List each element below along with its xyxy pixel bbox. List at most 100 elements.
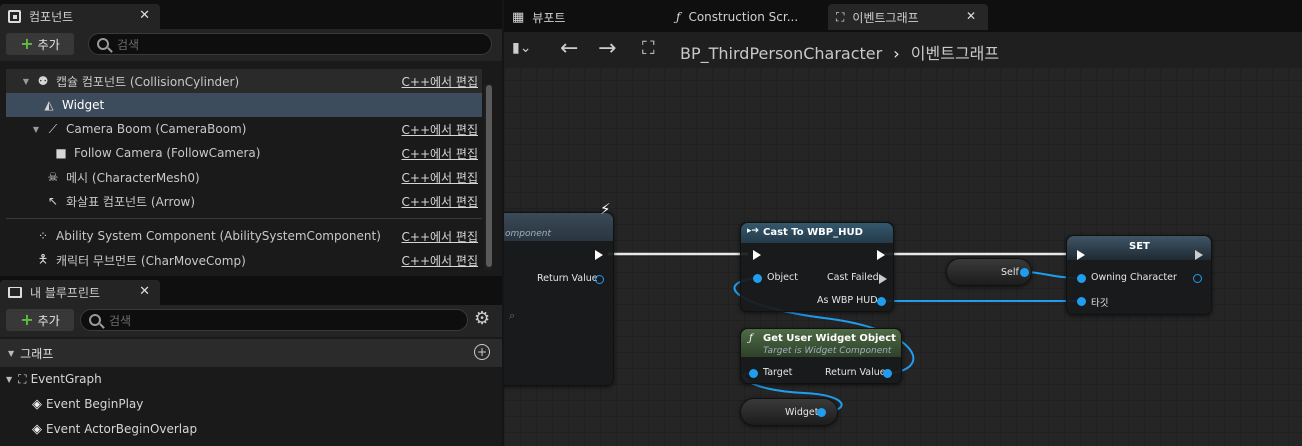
event-graph-canvas[interactable]: ▦ 뷰포트 ƒ Construction Scr... ⛶ 이벤트그래프 ✕ ▮…	[504, 0, 1302, 446]
components-scrollbar-thumb[interactable]	[486, 85, 492, 267]
add-graph-icon[interactable]: +	[474, 344, 490, 360]
component-row-follow-camera[interactable]: ■ Follow Camera (FollowCamera) C++에서 편집	[6, 141, 482, 165]
exec-out-pin[interactable]	[595, 250, 603, 260]
add-component-button[interactable]: + 추가	[6, 33, 74, 55]
return-value-pin[interactable]	[595, 275, 604, 284]
search-icon	[89, 314, 101, 326]
node-left-partial[interactable]: omponent Return Value ⌕	[504, 212, 614, 386]
left-sidebar: 컴포넌트 ✕ + 추가 검색 ▼ ⚉ 캡슐 컴포넌트 (CollisionCyl…	[0, 0, 502, 446]
exec-out-pin[interactable]	[1195, 250, 1203, 260]
node-title: Get User Widget Object	[763, 333, 896, 344]
plus-icon: +	[20, 34, 34, 53]
edit-in-cpp-link[interactable]: C++에서 편집	[402, 193, 478, 210]
add-blueprint-label: 추가	[37, 313, 60, 328]
target-pin[interactable]	[749, 369, 758, 378]
event-icon: ◈	[32, 421, 42, 437]
edit-in-cpp-link[interactable]: C++에서 편집	[402, 145, 478, 162]
tree-item-label: Event ActorBeginOverlap	[46, 422, 198, 436]
node-cast-to-wbp-hud[interactable]: ▸➔ Cast To WBP_HUD Object Cast Failed As…	[740, 222, 894, 312]
tree-item-label: EventGraph	[30, 372, 102, 386]
object-pin[interactable]	[753, 274, 762, 283]
owning-character-pin[interactable]	[1077, 274, 1086, 283]
components-tab-label: 컴포넌트	[29, 10, 74, 24]
collapse-arrow-icon[interactable]: ▼	[8, 349, 14, 358]
pin-label: Cast Failed	[827, 272, 879, 283]
components-search-placeholder: 검색	[117, 37, 140, 52]
add-blueprint-item-button[interactable]: + 추가	[6, 309, 74, 331]
divider	[6, 218, 482, 219]
pin-label: Object	[767, 272, 798, 283]
target-pin[interactable]	[1077, 297, 1086, 306]
graph-section-header[interactable]: ▼ 그래프 +	[0, 339, 502, 367]
component-label: Ability System Component (AbilitySystemC…	[56, 229, 381, 243]
widget-pin[interactable]	[817, 408, 826, 417]
camera-icon: ■	[55, 146, 67, 160]
component-row-camera-boom[interactable]: ▼ ⟋ Camera Boom (CameraBoom) C++에서 편집	[6, 117, 482, 141]
blueprint-tab-bar: 내 블루프린트 ✕	[0, 276, 502, 305]
node-title: SET	[1129, 241, 1150, 252]
component-label: 메시 (CharacterMesh0)	[66, 170, 200, 185]
component-row-ability-system[interactable]: ⁘ Ability System Component (AbilitySyste…	[6, 224, 482, 248]
collapse-arrow-icon[interactable]: ▼	[6, 375, 12, 384]
exec-in-pin[interactable]	[1077, 250, 1085, 260]
expand-arrow-icon[interactable]: ▼	[30, 125, 42, 134]
blueprint-search-placeholder: 검색	[109, 313, 132, 328]
exec-in-pin[interactable]	[753, 250, 761, 260]
component-row-mesh[interactable]: ☠ 메시 (CharacterMesh0) C++에서 편집	[6, 165, 482, 189]
self-pin[interactable]	[1020, 268, 1029, 277]
tree-item-event-actorbeginoverlap[interactable]: ◈ Event ActorBeginOverlap	[32, 417, 197, 441]
blueprint-search-input[interactable]: 검색	[80, 309, 468, 331]
edit-in-cpp-link[interactable]: C++에서 편집	[402, 252, 478, 269]
components-search-input[interactable]: 검색	[88, 33, 492, 55]
widget-icon: ◭	[44, 98, 54, 112]
return-value-pin[interactable]	[883, 369, 892, 378]
node-subtitle: Target is Widget Component	[763, 346, 892, 356]
as-wbp-hud-pin[interactable]	[877, 297, 886, 306]
component-label: 캡슐 컴포넌트 (CollisionCylinder)	[56, 74, 240, 89]
component-label: 캐릭터 무브먼트 (CharMoveComp)	[56, 253, 246, 268]
lightning-icon: ⚡	[600, 200, 611, 218]
component-label: Widget	[62, 98, 105, 112]
pin-label: As WBP HUD	[817, 295, 878, 306]
close-icon[interactable]: ✕	[139, 284, 150, 299]
search-icon: ⌕	[509, 309, 516, 322]
pin-label: 타깃	[1091, 298, 1109, 309]
my-blueprint-tab[interactable]: 내 블루프린트 ✕	[0, 280, 160, 305]
owning-character-out-pin[interactable]	[1193, 274, 1202, 283]
component-row-capsule[interactable]: ▼ ⚉ 캡슐 컴포넌트 (CollisionCylinder) C++에서 편집	[6, 69, 482, 93]
component-row-char-move[interactable]: 🯅 캐릭터 무브먼트 (CharMoveComp) C++에서 편집	[6, 248, 482, 272]
gear-icon[interactable]: ⚙	[474, 308, 490, 329]
pin-label: Owning Character	[1091, 272, 1177, 283]
capsule-icon: ⚉	[37, 74, 49, 88]
search-icon	[97, 38, 109, 50]
node-self[interactable]: Self	[946, 258, 1032, 286]
components-toolbar: + 추가 검색	[0, 29, 502, 61]
tree-item-eventgraph[interactable]: ▼ ⛶ EventGraph	[6, 367, 102, 391]
edit-in-cpp-link[interactable]: C++에서 편집	[402, 169, 478, 186]
component-row-arrow[interactable]: ↖ 화살표 컴포넌트 (Arrow) C++에서 편집	[6, 189, 482, 213]
event-icon: ◈	[32, 396, 42, 412]
my-blueprint-tab-label: 내 블루프린트	[30, 286, 101, 300]
cast-failed-pin[interactable]	[879, 274, 887, 284]
edit-in-cpp-link[interactable]: C++에서 편집	[402, 121, 478, 138]
book-icon	[8, 287, 22, 298]
node-set[interactable]: SET Owning Character 타깃	[1066, 235, 1212, 315]
component-row-widget[interactable]: ◭ Widget	[6, 93, 482, 117]
dots-icon: ⁘	[37, 229, 49, 243]
expand-arrow-icon[interactable]: ▼	[20, 77, 32, 86]
close-icon[interactable]: ✕	[139, 8, 150, 23]
edit-in-cpp-link[interactable]: C++에서 편집	[402, 73, 478, 90]
tree-item-event-beginplay[interactable]: ◈ Event BeginPlay	[32, 392, 143, 416]
cast-icon: ▸➔	[747, 226, 760, 236]
component-label: 화살표 컴포넌트 (Arrow)	[66, 194, 196, 209]
node-get-user-widget-object[interactable]: ƒ Get User Widget Object Target is Widge…	[740, 328, 902, 384]
node-widget-variable[interactable]: Widget	[740, 398, 838, 426]
edit-in-cpp-link[interactable]: C++에서 편집	[402, 228, 478, 245]
plus-icon: +	[20, 310, 34, 329]
components-panel-icon	[8, 10, 21, 23]
pin-label: Target	[763, 367, 793, 378]
component-label: Follow Camera (FollowCamera)	[74, 146, 261, 160]
exec-out-pin[interactable]	[877, 250, 885, 260]
components-tab[interactable]: 컴포넌트 ✕	[0, 4, 160, 29]
components-tab-bar: 컴포넌트 ✕	[0, 0, 502, 29]
